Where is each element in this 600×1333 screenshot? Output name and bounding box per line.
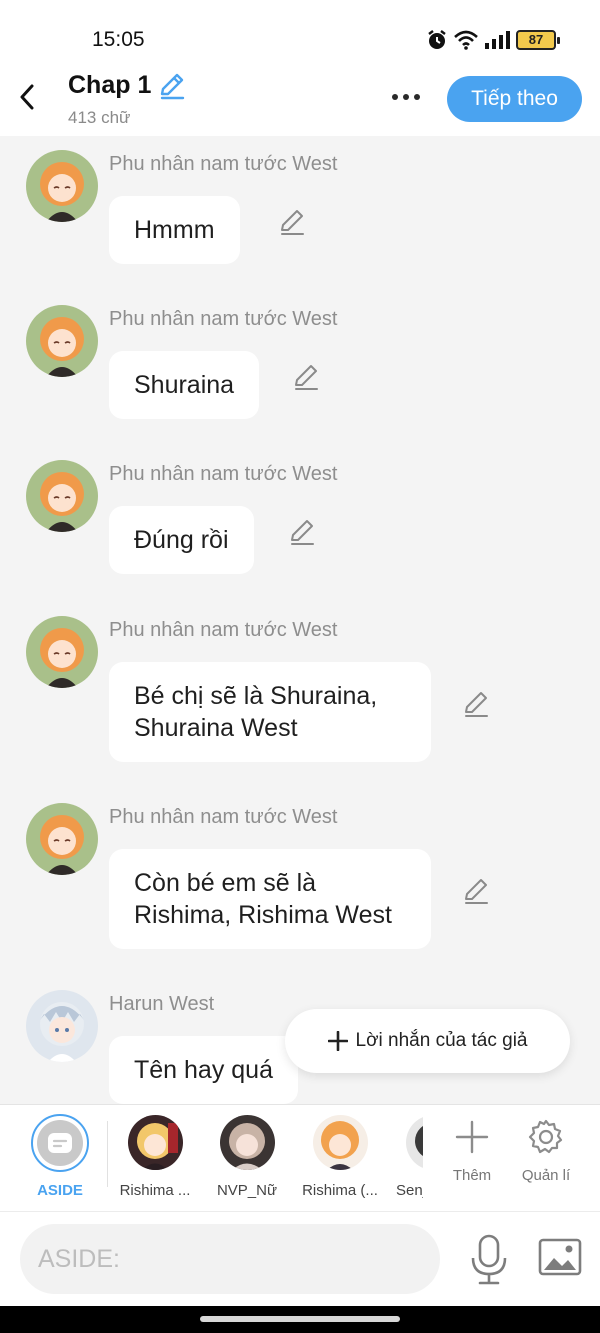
avatar [127,1115,183,1170]
speaker-name: Harun West [109,993,215,1015]
add-label: Thêm [452,1167,492,1184]
message-input[interactable] [20,1224,440,1294]
chapter-header: Chap 1 413 chữ Tiếp theo [0,60,600,136]
status-time: 15:05 [92,28,145,51]
pencil-icon [465,692,488,717]
pencil-icon [281,210,304,235]
edit-message-button[interactable] [278,208,306,236]
character-label: Senj [396,1182,423,1199]
manage-label: Quản lí [521,1167,571,1184]
input-bar [0,1211,600,1306]
wifi-icon [454,30,478,50]
message-bubble[interactable]: Tên hay quá [109,1036,298,1104]
edit-message-button[interactable] [462,690,490,718]
pencil-icon [160,73,185,100]
message-bubble[interactable]: Bé chị sẽ là Shuraina, Shuraina West [109,662,431,762]
character-label: NVP_Nữ [216,1182,278,1199]
back-button[interactable] [12,80,42,114]
avatar[interactable] [26,460,98,532]
chat-area[interactable]: Phu nhân nam tước West Hmmm Phu nhân nam… [0,136,600,1104]
image-icon [538,1238,582,1276]
gear-icon [528,1119,563,1154]
alarm-icon [428,30,446,49]
speaker-name: Phu nhân nam tước West [109,153,338,175]
speaker-name: Phu nhân nam tước West [109,619,338,641]
character-rishima[interactable]: Rishima ... [112,1105,198,1199]
microphone-icon [471,1234,507,1285]
word-count: 413 chữ [68,108,131,127]
author-note-button[interactable]: Lời nhắn của tác giả [285,1009,570,1073]
aside-avatar [31,1114,89,1172]
avatar[interactable] [26,616,98,688]
edit-message-button[interactable] [292,363,320,391]
avatar[interactable] [26,305,98,377]
speaker-name: Phu nhân nam tước West [109,463,338,485]
character-bar: ASIDE Rishima ... NVP_Nữ Rishima (... Se… [0,1104,600,1211]
avatar[interactable] [26,150,98,222]
avatar [406,1115,423,1170]
avatar [219,1115,275,1170]
character-aside[interactable]: ASIDE [28,1105,92,1199]
home-indicator[interactable] [200,1316,400,1322]
pencil-icon [465,879,488,904]
message-bubble[interactable]: Shuraina [109,351,260,419]
pencil-icon [291,520,314,545]
pencil-icon [295,365,318,390]
manage-button[interactable]: Quản lí [518,1119,574,1184]
avatar[interactable] [26,990,98,1062]
author-note-label: Lời nhắn của tác giả [355,1030,528,1051]
character-label: Rishima ... [119,1182,191,1199]
edit-title-button[interactable] [158,72,186,100]
next-button[interactable]: Tiếp theo [447,76,582,122]
message-icon [48,1133,72,1153]
plus-icon [455,1120,489,1154]
message-bubble[interactable]: Hmmm [109,196,240,264]
divider [107,1121,108,1187]
character-nvp-nu[interactable]: NVP_Nữ [210,1105,284,1199]
edit-message-button[interactable] [462,877,490,905]
speaker-name: Phu nhân nam tước West [109,308,338,330]
avatar [312,1115,368,1170]
chapter-title: Chap 1 [68,71,152,99]
character-label: Rishima (... [302,1182,378,1199]
character-senj[interactable]: Senj [396,1105,423,1199]
message-bubble[interactable]: Còn bé em sẽ là Rishima, Rishima West [109,849,431,949]
chevron-left-icon [20,84,34,110]
status-icons: 87 [426,29,560,51]
avatar[interactable] [26,803,98,875]
speaker-name: Phu nhân nam tước West [109,806,338,828]
plus-icon [327,1031,348,1051]
character-label: ASIDE [37,1182,83,1199]
signal-icon [485,31,510,49]
more-options-button[interactable] [386,82,426,112]
image-button[interactable] [538,1238,582,1278]
character-rishima-alt[interactable]: Rishima (... [297,1105,383,1199]
message-bubble[interactable]: Đúng rồi [109,506,254,574]
battery-indicator: 87 [516,30,560,50]
mic-button[interactable] [468,1234,510,1286]
system-nav-bar [0,1306,600,1333]
edit-message-button[interactable] [288,518,316,546]
add-character-button[interactable]: Thêm [448,1119,496,1184]
